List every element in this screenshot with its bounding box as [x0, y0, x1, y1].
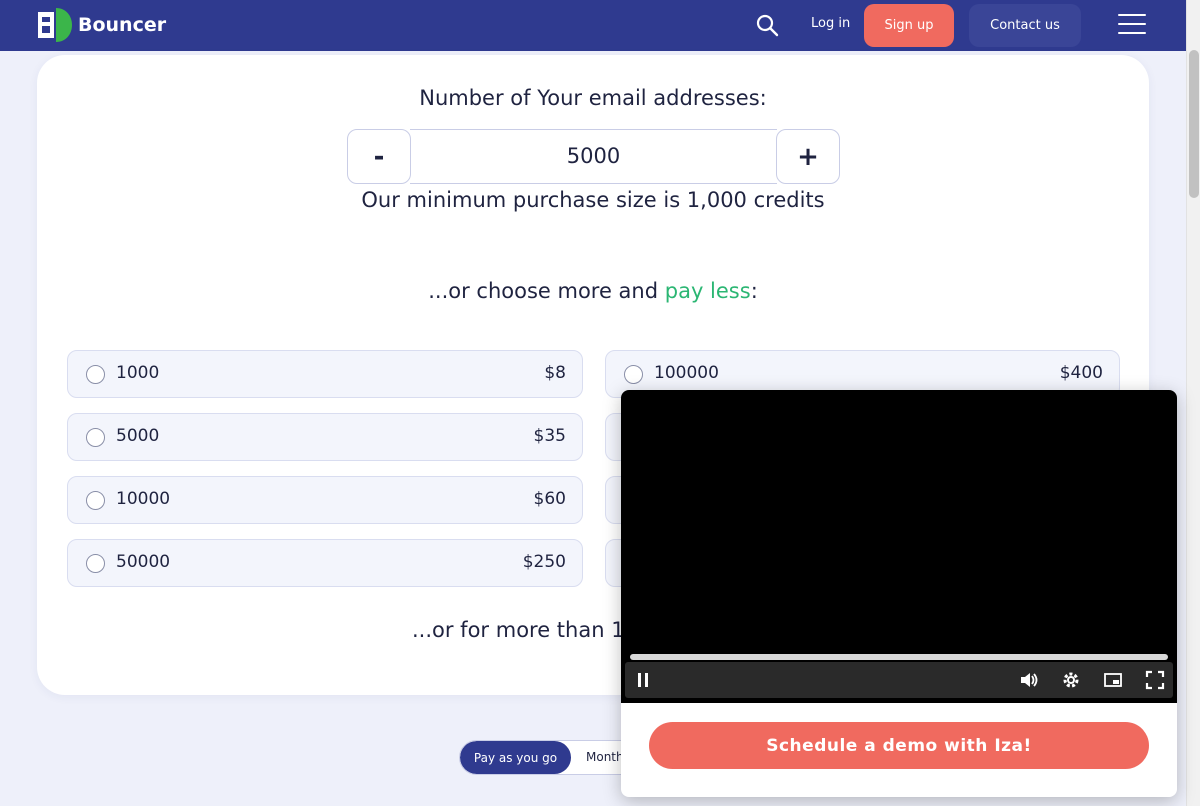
schedule-demo-button[interactable]: Schedule a demo with Iza!: [649, 722, 1149, 769]
brand-logo[interactable]: Bouncer: [36, 8, 166, 42]
radio-button[interactable]: [86, 491, 105, 510]
package-quantity: 1000: [116, 363, 160, 383]
package-price: $250: [522, 552, 566, 572]
package-quantity: 100000: [654, 363, 719, 383]
package-quantity: 10000: [116, 489, 171, 509]
minimum-purchase-note: Our minimum purchase size is 1,000 credi…: [361, 188, 825, 212]
signup-button[interactable]: Sign up: [864, 4, 954, 47]
decrease-quantity-button[interactable]: -: [347, 129, 411, 184]
quantity-input[interactable]: 5000: [410, 129, 777, 184]
login-link[interactable]: Log in: [811, 16, 850, 31]
choose-more-heading: ...or choose more and pay less:: [0, 279, 1186, 303]
video-progress-bar[interactable]: [630, 654, 1168, 660]
scrollbar-thumb[interactable]: [1189, 50, 1199, 198]
package-option[interactable]: 10000 $60: [67, 476, 583, 524]
package-quantity: 5000: [116, 426, 160, 446]
package-price: $400: [1059, 363, 1103, 383]
radio-button[interactable]: [86, 365, 105, 384]
contact-us-button[interactable]: Contact us: [969, 4, 1081, 47]
pay-as-you-go-tab[interactable]: Pay as you go: [460, 741, 571, 774]
settings-icon[interactable]: [1061, 670, 1081, 690]
package-option[interactable]: 50000 $250: [67, 539, 583, 587]
video-controls: [625, 662, 1173, 698]
package-price: $8: [544, 363, 566, 383]
picture-in-picture-icon[interactable]: [1103, 670, 1123, 690]
brand-name: Bouncer: [78, 14, 167, 36]
choose-suffix: :: [750, 279, 758, 303]
package-quantity: 50000: [116, 552, 171, 572]
volume-icon[interactable]: [1019, 670, 1039, 690]
pause-icon[interactable]: [633, 670, 653, 690]
top-navbar: Bouncer Log in Sign up Contact us: [0, 0, 1186, 51]
package-price: $35: [533, 426, 566, 446]
fullscreen-icon[interactable]: [1145, 670, 1165, 690]
monthly-tab[interactable]: Month: [586, 750, 624, 764]
radio-button[interactable]: [624, 365, 643, 384]
package-option[interactable]: 1000 $8: [67, 350, 583, 398]
pay-less-highlight: pay less: [664, 279, 751, 303]
package-price: $60: [533, 489, 566, 509]
radio-button[interactable]: [86, 428, 105, 447]
calculator-title: Number of Your email addresses:: [419, 86, 767, 110]
radio-button[interactable]: [86, 554, 105, 573]
hamburger-menu-icon[interactable]: [1118, 14, 1146, 36]
search-icon[interactable]: [755, 13, 779, 37]
page-scrollbar[interactable]: [1186, 0, 1200, 806]
choose-prefix: ...or choose more and: [428, 279, 665, 303]
package-option[interactable]: 5000 $35: [67, 413, 583, 461]
bouncer-logo-icon: [38, 8, 72, 42]
increase-quantity-button[interactable]: +: [776, 129, 840, 184]
video-chat-widget: Schedule a demo with Iza!: [621, 390, 1177, 797]
